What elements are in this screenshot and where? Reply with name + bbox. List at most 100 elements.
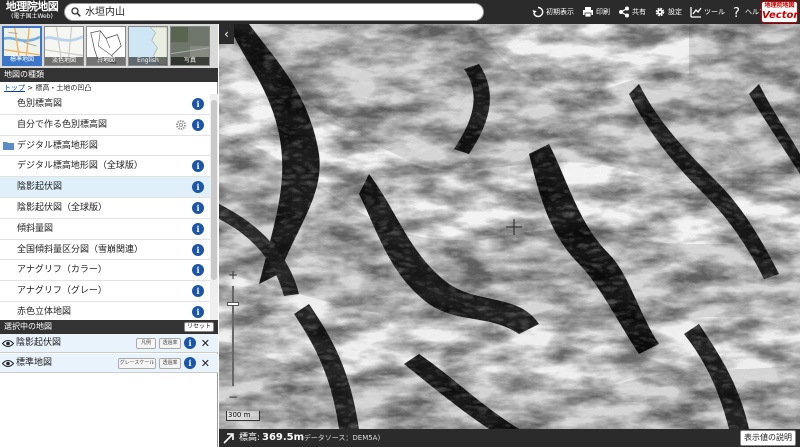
vector-link[interactable]: 地理院地図 Vector	[761, 1, 798, 23]
gsi-logo[interactable]: 地理院地図 (電子国土Web)	[4, 1, 60, 23]
layer-item-custom-color-elevation[interactable]: 自分で作る色別標高図 i	[0, 115, 210, 136]
eye-icon[interactable]	[2, 339, 14, 348]
close-icon[interactable]: ✕	[201, 334, 210, 353]
print-button[interactable]: 印刷	[582, 6, 610, 18]
layer-item-anaglyph-gray[interactable]: アナグリフ（グレー） i	[0, 281, 210, 302]
layer-item-label: 陰影起伏図（全球版）	[17, 202, 108, 213]
settings-button[interactable]: 設定	[654, 6, 682, 18]
status-bar: 標高: 369.5m (データソース：DEM5A) 表示値の説明	[219, 429, 800, 447]
selected-layer-standard[interactable]: 標準地図 グレースケール 透過率 i ✕	[0, 354, 218, 373]
selected-layer-label: 陰影起伏図	[16, 338, 62, 348]
tool-label: ツール	[704, 8, 725, 16]
elevation-source: (データソース：DEM5A)	[301, 434, 381, 442]
share-button[interactable]: 共有	[618, 6, 646, 18]
folder-icon	[3, 141, 14, 150]
info-icon[interactable]: i	[192, 243, 204, 256]
basemap-standard-label: 標準地図	[4, 56, 40, 64]
layer-item-label: 全国傾斜量区分図（雪崩関連）	[17, 244, 144, 255]
info-icon[interactable]: i	[192, 160, 204, 173]
grayscale-button[interactable]: グレースケール	[118, 358, 156, 369]
help-icon: ?	[733, 6, 740, 18]
close-icon[interactable]: ✕	[201, 354, 210, 373]
value-explanation-button[interactable]: 表示値の説明	[740, 430, 796, 446]
elevation-label: 標高:	[239, 433, 261, 443]
layer-item-red-relief[interactable]: 赤色立体地図 i	[0, 302, 210, 320]
layer-item-label: アナグリフ（カラー）	[17, 265, 107, 276]
map-types-title: 地図の種類	[0, 68, 218, 82]
basemap-pale[interactable]: 淡色地図	[44, 26, 84, 66]
search-input[interactable]: 水垣内山	[64, 3, 484, 21]
layer-item-slope-avalanche[interactable]: 全国傾斜量区分図（雪崩関連） i	[0, 240, 210, 261]
basemap-blank[interactable]: 白地図	[86, 26, 126, 66]
info-icon[interactable]: i	[192, 285, 204, 298]
info-icon[interactable]: i	[192, 98, 204, 110]
info-icon[interactable]: i	[192, 305, 204, 318]
logo-subtitle: (電子国土Web)	[11, 13, 53, 20]
info-icon[interactable]: i	[192, 264, 204, 277]
layer-item-anaglyph-color[interactable]: アナグリフ（カラー） i	[0, 260, 210, 282]
reset-view-icon	[532, 6, 544, 18]
legend-button[interactable]: 凡例	[136, 338, 156, 349]
layer-item-digital-elevation-global[interactable]: デジタル標高地形図（全球版） i	[0, 156, 210, 178]
layer-folder-digital-elevation[interactable]: デジタル標高地形図	[0, 136, 210, 157]
layer-item-hillshade-global[interactable]: 陰影起伏図（全球版） i	[0, 198, 210, 219]
vector-logo-word: Vector	[762, 10, 799, 21]
layer-list: 色別標高図 i 自分で作る色別標高図 i デジタル標高地形図 デジタル標高地形図…	[0, 94, 210, 320]
layer-item-label: アナグリフ（グレー）	[17, 286, 107, 297]
search-icon	[71, 7, 81, 17]
opacity-button[interactable]: 透過率	[159, 338, 181, 349]
layer-item-hillshade[interactable]: 陰影起伏図 i	[0, 177, 210, 198]
print-icon	[583, 7, 593, 18]
basemap-selector: 標準地図 淡色地図 白地図 English 写真	[0, 24, 218, 68]
gear-icon	[655, 7, 665, 17]
scrollbar-thumb[interactable]	[211, 100, 217, 280]
info-icon[interactable]: i	[192, 201, 204, 214]
basemap-photo[interactable]: 写真	[170, 26, 210, 66]
zoom-control: + −	[226, 268, 240, 408]
layer-list-scrollbar[interactable]	[210, 94, 218, 320]
svg-text:?: ?	[733, 6, 740, 18]
layer-item-label: 傾斜量図	[17, 223, 54, 234]
side-panel: 標準地図 淡色地図 白地図 English 写真 地図の種類 トップ > 標高・…	[0, 24, 218, 447]
basemap-photo-label: 写真	[171, 57, 209, 65]
info-icon[interactable]: i	[192, 118, 204, 131]
expand-arrow-icon[interactable]	[223, 432, 235, 444]
basemap-pale-label: 淡色地図	[45, 57, 83, 65]
zoom-slider-handle[interactable]	[227, 302, 239, 306]
layer-item-label: 陰影起伏図	[17, 182, 63, 193]
reset-view-button[interactable]: 初期表示	[532, 6, 574, 18]
layer-item-slope[interactable]: 傾斜量図 i	[0, 219, 210, 240]
info-icon[interactable]: i	[184, 337, 196, 349]
layer-item-color-elevation[interactable]: 色別標高図 i	[0, 94, 210, 115]
elevation-value: 369.5m	[262, 432, 305, 443]
eye-icon[interactable]	[2, 359, 14, 368]
layer-folder-label: デジタル標高地形図	[17, 140, 98, 151]
breadcrumb-top-link[interactable]: トップ	[4, 84, 25, 92]
selected-layer-hillshade[interactable]: 陰影起伏図 凡例 透過率 i ✕	[0, 334, 218, 353]
layer-item-label: デジタル標高地形図（全球版）	[17, 161, 143, 172]
zoom-slider-track[interactable]	[232, 286, 234, 386]
panel-collapse-button[interactable]: ‹	[219, 24, 234, 44]
zoom-in-button[interactable]: +	[226, 268, 240, 282]
basemap-standard[interactable]: 標準地図	[2, 26, 42, 66]
scale-bar: 300 m	[226, 411, 260, 421]
basemap-english-label: English	[129, 57, 167, 65]
center-crosshair-icon	[506, 219, 522, 235]
reset-button[interactable]: リセット	[184, 322, 214, 332]
app-header: 地理院地図 (電子国土Web) 水垣内山 初期表示 印刷 共有 設定 ツール ?…	[0, 0, 800, 24]
info-icon[interactable]: i	[192, 222, 204, 235]
toolbar: 初期表示 印刷 共有 設定 ツール ? ヘルプ	[532, 4, 774, 20]
basemap-english[interactable]: English	[128, 26, 168, 66]
settings-label: 設定	[668, 8, 682, 16]
search-value: 水垣内山	[85, 7, 125, 18]
reset-view-label: 初期表示	[546, 8, 574, 16]
logo-title: 地理院地図	[5, 0, 59, 13]
zoom-out-button[interactable]: −	[226, 390, 240, 404]
info-icon[interactable]: i	[192, 181, 204, 194]
info-icon[interactable]: i	[184, 357, 196, 369]
tool-button[interactable]: ツール	[690, 6, 725, 18]
opacity-button[interactable]: 透過率	[159, 358, 181, 369]
selected-layer-label: 標準地図	[16, 358, 53, 368]
tool-icon	[690, 7, 702, 18]
gear-icon[interactable]	[175, 119, 187, 131]
